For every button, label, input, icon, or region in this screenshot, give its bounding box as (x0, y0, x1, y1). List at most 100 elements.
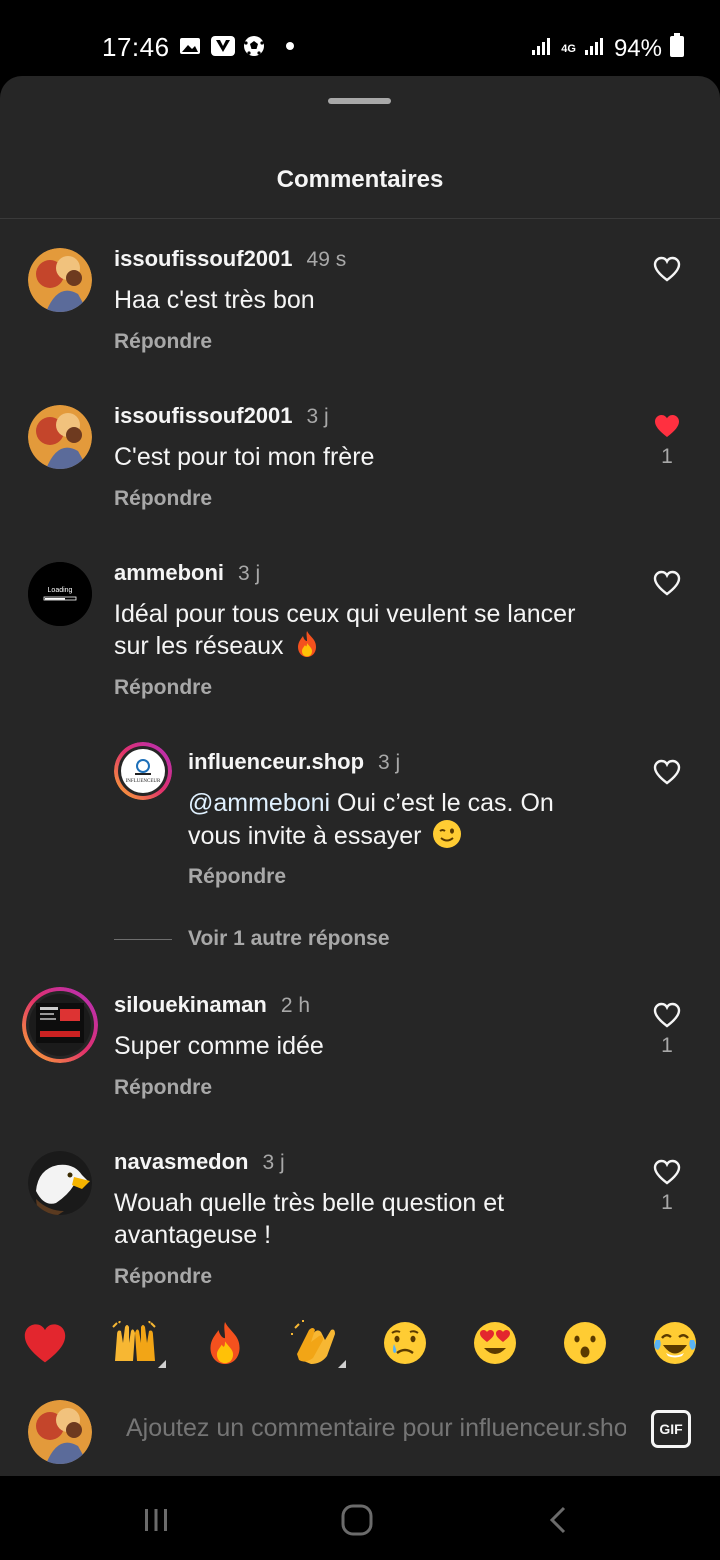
fire-emoji-icon[interactable] (200, 1318, 250, 1368)
heart-outline-icon (653, 570, 681, 596)
reply-button[interactable]: Répondre (114, 487, 212, 511)
comment-header: ammeboni 3 j (114, 560, 260, 586)
timestamp: 49 s (306, 248, 347, 271)
reply-button[interactable]: Répondre (188, 865, 286, 889)
comment-text-line-2: vous invite à essayer (188, 822, 422, 850)
recents-icon[interactable] (136, 1500, 176, 1540)
comment-header: navasmedon 3 j (114, 1149, 285, 1175)
emoji-variant-caret (338, 1360, 346, 1368)
reply-button[interactable]: Répondre (114, 676, 212, 700)
tears-of-joy-face-emoji-icon[interactable] (650, 1318, 700, 1368)
like-button[interactable]: 1 (645, 1159, 689, 1215)
username[interactable]: navasmedon (114, 1149, 249, 1175)
username[interactable]: influenceur.shop (188, 749, 364, 775)
comment-text: @ammeboni Oui c’est le cas. On vous invi… (188, 787, 628, 857)
battery-icon (670, 33, 684, 64)
like-count: 1 (661, 1191, 673, 1214)
heart-outline-icon (653, 256, 681, 282)
more-replies-label[interactable]: Voir 1 autre réponse (188, 927, 390, 951)
red-heart-emoji-icon[interactable] (20, 1318, 70, 1368)
like-button[interactable]: 1 (645, 1002, 689, 1058)
timestamp: 3 j (238, 562, 261, 585)
battery-level: 94% (613, 34, 662, 62)
heart-eyes-face-emoji-icon[interactable] (470, 1318, 520, 1368)
heart-filled-icon (655, 415, 679, 437)
comment-text-part: Oui c’est le cas. On (330, 789, 554, 817)
timestamp: 2 h (280, 994, 311, 1017)
username[interactable]: issoufissouf2001 (114, 246, 293, 272)
comment-text-line: sur les réseaux (114, 630, 624, 666)
avatar[interactable]: Loading (28, 562, 92, 626)
raising-hands-emoji-icon[interactable] (110, 1318, 166, 1368)
comment-text-line: avantageuse ! (114, 1221, 272, 1249)
view-more-replies[interactable]: Voir 1 autre réponse (114, 927, 390, 951)
emoji-quick-bar (0, 1316, 720, 1372)
system-navigation-bar (0, 1476, 720, 1560)
comment-header: silouekinaman 2 h (114, 992, 310, 1018)
avatar-brand-text: INFLUENCEUR (126, 779, 161, 784)
timestamp: 3 j (378, 751, 401, 774)
avatar-loading-text: Loading (48, 587, 73, 594)
heart-outline-icon (653, 759, 681, 785)
avatar[interactable] (28, 248, 92, 312)
clapping-hands-emoji-icon[interactable] (290, 1318, 346, 1368)
username[interactable]: ammeboni (114, 560, 224, 586)
avatar[interactable] (22, 987, 98, 1063)
soccer-icon (242, 34, 266, 58)
drag-handle[interactable] (328, 98, 391, 104)
comments-sheet: Commentaires issoufissouf2001 49 s Haa c… (0, 76, 720, 1476)
back-icon[interactable] (538, 1500, 578, 1540)
comment-text: Super comme idée (114, 1032, 324, 1060)
avatar[interactable] (28, 1151, 92, 1215)
gif-button[interactable]: GIF (651, 1410, 691, 1448)
comment-header: issoufissouf2001 49 s (114, 246, 346, 272)
status-bar: 17:46 4G 94% (0, 0, 720, 76)
home-icon[interactable] (337, 1500, 377, 1540)
comment-text-line: vous invite à essayer (188, 819, 628, 857)
comment-text-line: Idéal pour tous ceux qui veulent se lanc… (114, 600, 576, 628)
comment-text: Wouah quelle très belle question et avan… (114, 1187, 624, 1251)
timestamp: 3 j (262, 1151, 285, 1174)
mention-link[interactable]: @ammeboni (188, 789, 330, 817)
divider (0, 218, 720, 219)
comment-header: issoufissouf2001 3 j (114, 403, 329, 429)
reply-button[interactable]: Répondre (114, 330, 212, 354)
comment-text-line-2: sur les réseaux (114, 632, 284, 660)
avatar[interactable] (28, 405, 92, 469)
like-button[interactable]: 1 (645, 413, 689, 469)
username[interactable]: issoufissouf2001 (114, 403, 293, 429)
username[interactable]: silouekinaman (114, 992, 267, 1018)
comment-input[interactable] (126, 1414, 626, 1443)
timestamp: 3 j (306, 405, 329, 428)
like-count: 1 (661, 445, 673, 468)
sheet-title: Commentaires (276, 166, 444, 193)
status-time: 17:46 (102, 32, 170, 62)
more-replies-line (114, 938, 172, 940)
signal-icon (531, 35, 553, 63)
comment-text: Idéal pour tous ceux qui veulent se lanc… (114, 598, 624, 666)
avatar[interactable]: INFLUENCEUR (114, 742, 172, 800)
emoji-variant-caret (158, 1360, 166, 1368)
comment-text: Haa c'est très bon (114, 286, 315, 314)
heart-outline-icon (653, 1159, 681, 1185)
gallery-icon (178, 34, 202, 58)
comment-header: influenceur.shop 3 j (188, 749, 400, 775)
network-type: 4G (561, 42, 576, 55)
reply-button[interactable]: Répondre (114, 1076, 212, 1100)
system-indicators: 4G 94% (531, 33, 684, 64)
crying-face-emoji-icon[interactable] (380, 1318, 430, 1368)
more-notifications-dot (286, 42, 294, 50)
heart-outline-icon (653, 1002, 681, 1028)
notification-icons (178, 34, 294, 58)
like-button[interactable] (645, 759, 689, 785)
comment-composer: GIF (0, 1386, 720, 1476)
comment-text-line: @ammeboni Oui c’est le cas. On (188, 787, 628, 819)
reply-button[interactable]: Répondre (114, 1265, 212, 1289)
like-button[interactable] (645, 570, 689, 596)
comment-text-line: Wouah quelle très belle question et (114, 1189, 505, 1217)
fire-emoji-icon (294, 630, 320, 666)
like-count: 1 (661, 1034, 673, 1057)
like-button[interactable] (645, 256, 689, 282)
comment-text: C'est pour toi mon frère (114, 443, 375, 471)
surprised-face-emoji-icon[interactable] (560, 1318, 610, 1368)
